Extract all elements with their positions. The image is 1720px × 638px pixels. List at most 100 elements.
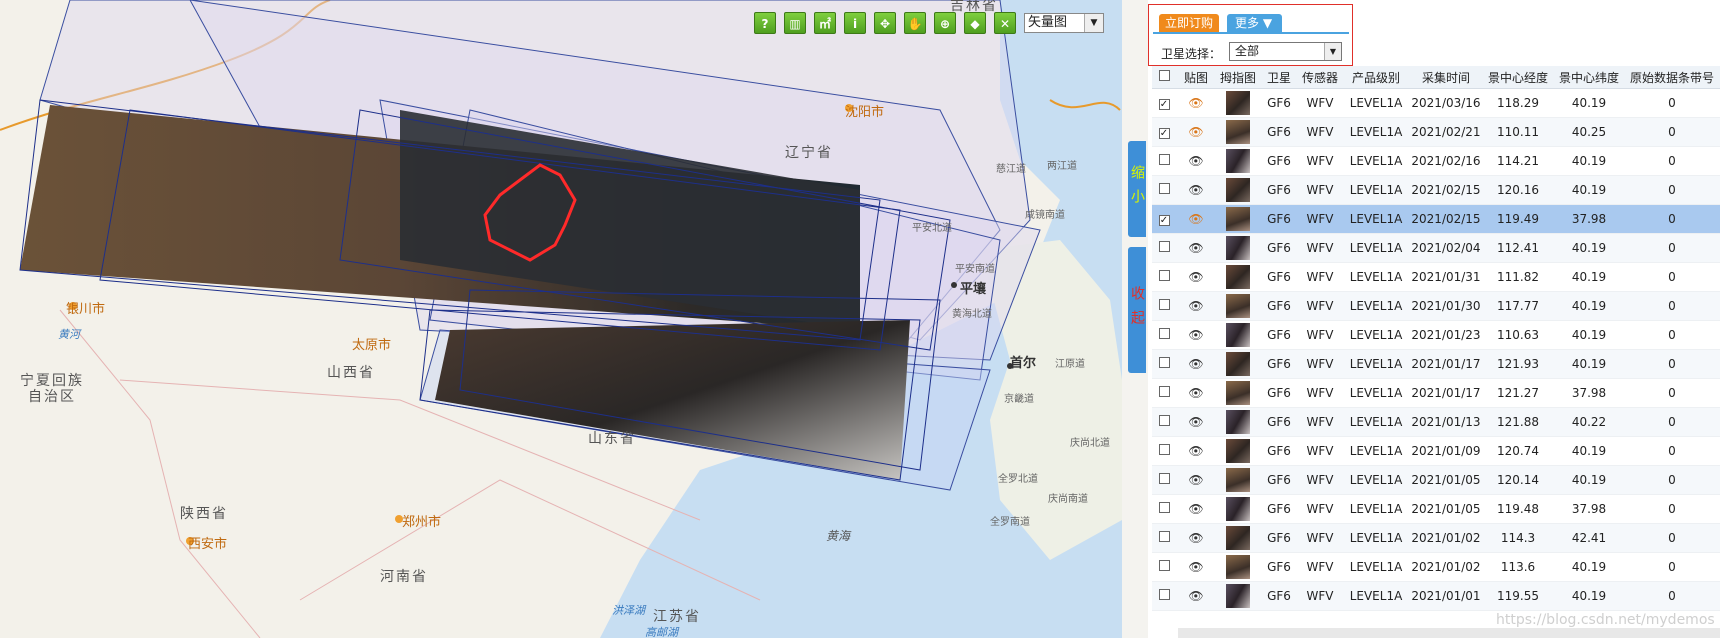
satellite-select[interactable]: 全部 ▼ [1229,42,1342,61]
row-checkbox[interactable] [1158,415,1170,426]
pan-hand-icon[interactable]: ✋ [904,12,926,34]
clear-icon[interactable]: ✕ [994,12,1016,34]
table-row[interactable]: 👁 GF6 WFV LEVEL1A 2021/02/16 114.21 40.19 0 [1152,146,1720,176]
thumbnail-cell[interactable] [1216,378,1260,408]
table-row[interactable]: 👁 GF6 WFV LEVEL1A 2021/01/09 120.74 40.19 0 [1152,436,1720,466]
row-checkbox[interactable] [1158,502,1170,513]
map-type-select[interactable]: 矢量图 ▼ [1024,13,1104,33]
table-row[interactable]: 👁 GF6 WFV LEVEL1A 2021/01/01 119.55 40.19 0 [1152,581,1720,611]
table-row[interactable]: 👁 GF6 WFV LEVEL1A 2021/01/13 121.88 40.22 0 [1152,407,1720,437]
overlay-toggle-cell[interactable]: 👁 [1176,378,1216,408]
table-row[interactable]: 👁 GF6 WFV LEVEL1A 2021/01/31 111.82 40.19 0 [1152,262,1720,292]
row-checkbox[interactable] [1158,386,1170,397]
thumbnail-cell[interactable] [1216,349,1260,379]
header-select-all[interactable] [1152,66,1176,89]
collapse-tab[interactable]: 收起 [1128,247,1146,373]
eye-icon[interactable]: 👁 [1188,212,1203,226]
row-checkbox-cell[interactable] [1152,407,1176,437]
thumbnail-cell[interactable] [1216,320,1260,350]
row-checkbox[interactable]: ✓ [1158,99,1170,110]
row-checkbox-cell[interactable] [1152,581,1176,611]
eye-icon[interactable]: 👁 [1188,502,1203,516]
full-extent-icon[interactable]: ✥ [874,12,896,34]
row-checkbox-cell[interactable]: ✓ [1152,88,1176,118]
order-now-button[interactable]: 立即订购 [1159,14,1220,32]
row-checkbox[interactable] [1158,241,1170,252]
thumbnail-cell[interactable] [1216,175,1260,205]
thumbnail-cell[interactable] [1216,581,1260,611]
row-checkbox[interactable] [1158,183,1170,194]
thumbnail-cell[interactable] [1216,204,1260,234]
table-row[interactable]: 👁 GF6 WFV LEVEL1A 2021/01/05 119.48 37.98 0 [1152,494,1720,524]
table-row[interactable]: ✓ 👁 GF6 WFV LEVEL1A 2021/02/15 119.49 37.98 0 [1152,204,1720,234]
draw-polygon-icon[interactable]: ◆ [964,12,986,34]
row-checkbox-cell[interactable] [1152,320,1176,350]
overlay-toggle-cell[interactable]: 👁 [1176,233,1216,263]
row-checkbox[interactable] [1158,473,1170,484]
table-row[interactable]: 👁 GF6 WFV LEVEL1A 2021/02/04 112.41 40.19 0 [1152,233,1720,263]
thumbnail-cell[interactable] [1216,291,1260,321]
thumbnail-cell[interactable] [1216,552,1260,582]
ruler-icon[interactable]: ▥ [784,12,806,34]
thumbnail-cell[interactable] [1216,88,1260,118]
info-icon[interactable]: i [844,12,866,34]
eye-icon[interactable]: 👁 [1188,386,1203,400]
row-checkbox[interactable] [1158,154,1170,165]
thumbnail-cell[interactable] [1216,146,1260,176]
overlay-toggle-cell[interactable]: 👁 [1176,117,1216,147]
eye-icon[interactable]: 👁 [1188,531,1203,545]
table-row[interactable]: 👁 GF6 WFV LEVEL1A 2021/01/23 110.63 40.19 0 [1152,320,1720,350]
thumbnail-image[interactable] [1226,178,1250,202]
eye-icon[interactable]: 👁 [1188,96,1203,110]
thumbnail-image[interactable] [1226,294,1250,318]
row-checkbox[interactable] [1158,560,1170,571]
thumbnail-image[interactable] [1226,149,1250,173]
row-checkbox-cell[interactable] [1152,465,1176,495]
overlay-toggle-cell[interactable]: 👁 [1176,349,1216,379]
horizontal-scrollbar[interactable] [1178,628,1720,638]
eye-icon[interactable]: 👁 [1188,473,1203,487]
row-checkbox-cell[interactable] [1152,552,1176,582]
row-checkbox-cell[interactable] [1152,436,1176,466]
row-checkbox-cell[interactable] [1152,349,1176,379]
shrink-tab[interactable]: 缩小 [1128,141,1146,237]
thumbnail-image[interactable] [1226,207,1250,231]
eye-icon[interactable]: 👁 [1188,183,1203,197]
table-row[interactable]: 👁 GF6 WFV LEVEL1A 2021/02/15 120.16 40.19 0 [1152,175,1720,205]
thumbnail-image[interactable] [1226,468,1250,492]
table-row[interactable]: 👁 GF6 WFV LEVEL1A 2021/01/17 121.27 37.98 0 [1152,378,1720,408]
row-checkbox[interactable]: ✓ [1158,128,1170,139]
row-checkbox-cell[interactable]: ✓ [1152,117,1176,147]
row-checkbox[interactable] [1158,531,1170,542]
eye-icon[interactable]: 👁 [1188,560,1203,574]
eye-icon[interactable]: 👁 [1188,589,1203,603]
row-checkbox[interactable] [1158,328,1170,339]
thumbnail-image[interactable] [1226,265,1250,289]
thumbnail-image[interactable] [1226,352,1250,376]
eye-icon[interactable]: 👁 [1188,154,1203,168]
thumbnail-cell[interactable] [1216,233,1260,263]
thumbnail-image[interactable] [1226,410,1250,434]
table-row[interactable]: 👁 GF6 WFV LEVEL1A 2021/01/17 121.93 40.19 0 [1152,349,1720,379]
thumbnail-image[interactable] [1226,236,1250,260]
table-row[interactable]: 👁 GF6 WFV LEVEL1A 2021/01/30 117.77 40.19 0 [1152,291,1720,321]
thumbnail-image[interactable] [1226,120,1250,144]
eye-icon[interactable]: 👁 [1188,444,1203,458]
overlay-toggle-cell[interactable]: 👁 [1176,175,1216,205]
row-checkbox[interactable] [1158,589,1170,600]
overlay-toggle-cell[interactable]: 👁 [1176,320,1216,350]
eye-icon[interactable]: 👁 [1188,125,1203,139]
thumbnail-cell[interactable] [1216,262,1260,292]
table-row[interactable]: 👁 GF6 WFV LEVEL1A 2021/01/02 113.6 40.19 0 [1152,552,1720,582]
thumbnail-cell[interactable] [1216,523,1260,553]
thumbnail-image[interactable] [1226,526,1250,550]
overlay-toggle-cell[interactable]: 👁 [1176,146,1216,176]
thumbnail-cell[interactable] [1216,407,1260,437]
overlay-toggle-cell[interactable]: 👁 [1176,494,1216,524]
table-row[interactable]: 👁 GF6 WFV LEVEL1A 2021/01/05 120.14 40.19 0 [1152,465,1720,495]
thumbnail-image[interactable] [1226,323,1250,347]
select-all-checkbox[interactable] [1158,70,1170,81]
thumbnail-image[interactable] [1226,555,1250,579]
row-checkbox-cell[interactable] [1152,494,1176,524]
overlay-toggle-cell[interactable]: 👁 [1176,436,1216,466]
